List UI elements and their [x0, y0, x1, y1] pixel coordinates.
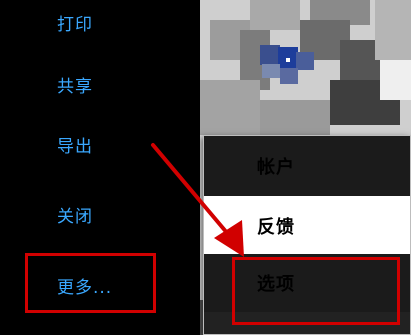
dropdown-item-label: 反馈 — [257, 216, 295, 238]
dropdown-item-feedback[interactable]: 反馈 — [204, 198, 410, 253]
menu-item-label: 更多... — [57, 277, 113, 298]
menu-item-label: 关闭 — [57, 206, 93, 227]
menu-item-label: 打印 — [57, 14, 93, 35]
dropdown-footer — [204, 312, 410, 334]
menu-item-export[interactable]: 导出 — [0, 124, 200, 164]
menu-item-label: 导出 — [57, 136, 93, 157]
dropdown-item-options[interactable]: 选项 — [204, 254, 410, 312]
menu-item-label: 共享 — [57, 76, 93, 97]
backstage-menu: 打印 共享 导出 关闭 更多... — [0, 0, 200, 335]
dropdown-item-account[interactable]: 帐户 — [204, 136, 410, 196]
menu-item-print[interactable]: 打印 — [0, 2, 200, 42]
dropdown-item-label: 帐户 — [257, 157, 295, 178]
menu-item-more[interactable]: 更多... — [0, 265, 200, 305]
account-dropdown: 帐户 反馈 选项 — [203, 135, 411, 335]
dropdown-item-label: 选项 — [257, 274, 295, 295]
menu-item-close[interactable]: 关闭 — [0, 194, 200, 234]
menu-item-share[interactable]: 共享 — [0, 64, 200, 104]
